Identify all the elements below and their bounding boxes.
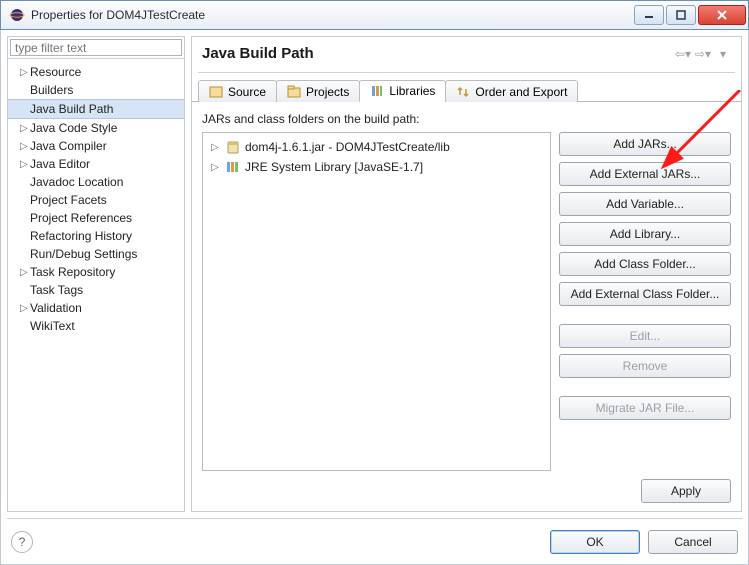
nav-label: Builders [30, 83, 73, 97]
nav-tree: ▷Resource Builders Java Build Path ▷Java… [7, 36, 185, 512]
forward-icon[interactable]: ⇨▾ [695, 46, 711, 62]
nav-item-java-compiler[interactable]: ▷Java Compiler [8, 137, 184, 155]
nav-label: Java Editor [30, 157, 90, 171]
nav-item-task-repository[interactable]: ▷Task Repository [8, 263, 184, 281]
nav-item-builders[interactable]: Builders [8, 81, 184, 99]
nav-item-project-references[interactable]: Project References [8, 209, 184, 227]
nav-label: Java Build Path [30, 102, 113, 116]
jars-caption: JARs and class folders on the build path… [202, 112, 731, 126]
page-title: Java Build Path [202, 45, 675, 62]
nav-item-java-editor[interactable]: ▷Java Editor [8, 155, 184, 173]
close-button[interactable] [698, 5, 746, 25]
minimize-button[interactable] [634, 5, 664, 25]
nav-label: Run/Debug Settings [30, 247, 137, 261]
nav-item-resource[interactable]: ▷Resource [8, 63, 184, 81]
tree-node-jre[interactable]: ▷ JRE System Library [JavaSE-1.7] [207, 157, 546, 177]
tree-node-label: dom4j-1.6.1.jar - DOM4JTestCreate/lib [245, 140, 450, 154]
projects-icon [287, 85, 301, 99]
cancel-button[interactable]: Cancel [648, 530, 738, 554]
nav-label: Task Repository [30, 265, 115, 279]
tab-label: Libraries [389, 84, 435, 98]
nav-item-java-build-path[interactable]: Java Build Path [8, 99, 184, 119]
back-icon[interactable]: ⇦▾ [675, 46, 691, 62]
jars-tree[interactable]: ▷ dom4j-1.6.1.jar - DOM4JTestCreate/lib … [202, 132, 551, 471]
nav-label: Refactoring History [30, 229, 132, 243]
tab-libraries[interactable]: Libraries [359, 80, 446, 102]
edit-button: Edit... [559, 324, 731, 348]
window-buttons [632, 5, 746, 25]
apply-button[interactable]: Apply [641, 479, 731, 503]
nav-label: Project References [30, 211, 132, 225]
nav-item-java-code-style[interactable]: ▷Java Code Style [8, 119, 184, 137]
tree-node-jar[interactable]: ▷ dom4j-1.6.1.jar - DOM4JTestCreate/lib [207, 137, 546, 157]
main-header: Java Build Path ⇦▾ ⇨▾ ▾ [192, 37, 741, 72]
order-export-icon [456, 85, 470, 99]
eclipse-icon [9, 7, 25, 23]
nav-filter [8, 37, 184, 59]
tree-node-label: JRE System Library [JavaSE-1.7] [245, 160, 423, 174]
tab-source[interactable]: Source [198, 80, 277, 102]
source-icon [209, 85, 223, 99]
menu-icon[interactable]: ▾ [715, 46, 731, 62]
library-buttons: Add JARs... Add External JARs... Add Var… [559, 132, 731, 471]
tab-label: Projects [306, 85, 349, 99]
add-class-folder-button[interactable]: Add Class Folder... [559, 252, 731, 276]
jar-icon [225, 139, 241, 155]
tab-label: Order and Export [475, 85, 567, 99]
libraries-icon [370, 84, 384, 98]
tab-label: Source [228, 85, 266, 99]
add-variable-button[interactable]: Add Variable... [559, 192, 731, 216]
nav-label: WikiText [30, 319, 75, 333]
migrate-jar-button: Migrate JAR File... [559, 396, 731, 420]
tabbar: Source Projects Libraries Order and Expo… [192, 73, 741, 102]
nav-item-refactoring-history[interactable]: Refactoring History [8, 227, 184, 245]
nav-label: Java Code Style [30, 121, 117, 135]
nav-item-project-facets[interactable]: Project Facets [8, 191, 184, 209]
nav-list: ▷Resource Builders Java Build Path ▷Java… [8, 59, 184, 511]
titlebar: Properties for DOM4JTestCreate [0, 0, 749, 30]
tab-order-export[interactable]: Order and Export [445, 80, 578, 102]
add-library-button[interactable]: Add Library... [559, 222, 731, 246]
ok-button[interactable]: OK [550, 530, 640, 554]
tab-body-libraries: JARs and class folders on the build path… [192, 102, 741, 511]
nav-item-task-tags[interactable]: Task Tags [8, 281, 184, 299]
main-panel: Java Build Path ⇦▾ ⇨▾ ▾ Source Projects … [191, 36, 742, 512]
nav-item-wikitext[interactable]: WikiText [8, 317, 184, 335]
window-body: ▷Resource Builders Java Build Path ▷Java… [0, 30, 749, 565]
jre-library-icon [225, 159, 241, 175]
dialog-footer: ? OK Cancel [7, 518, 742, 558]
nav-label: Validation [30, 301, 82, 315]
nav-label: Project Facets [30, 193, 107, 207]
filter-input[interactable] [10, 39, 182, 56]
remove-button: Remove [559, 354, 731, 378]
nav-item-run-debug[interactable]: Run/Debug Settings [8, 245, 184, 263]
add-jars-button[interactable]: Add JARs... [559, 132, 731, 156]
nav-label: Resource [30, 65, 81, 79]
maximize-button[interactable] [666, 5, 696, 25]
nav-item-javadoc-location[interactable]: Javadoc Location [8, 173, 184, 191]
help-icon[interactable]: ? [11, 531, 33, 553]
nav-label: Task Tags [30, 283, 83, 297]
nav-item-validation[interactable]: ▷Validation [8, 299, 184, 317]
window-title: Properties for DOM4JTestCreate [31, 8, 632, 22]
tab-projects[interactable]: Projects [276, 80, 360, 102]
nav-label: Javadoc Location [30, 175, 123, 189]
nav-label: Java Compiler [30, 139, 107, 153]
add-external-jars-button[interactable]: Add External JARs... [559, 162, 731, 186]
add-external-class-folder-button[interactable]: Add External Class Folder... [559, 282, 731, 306]
